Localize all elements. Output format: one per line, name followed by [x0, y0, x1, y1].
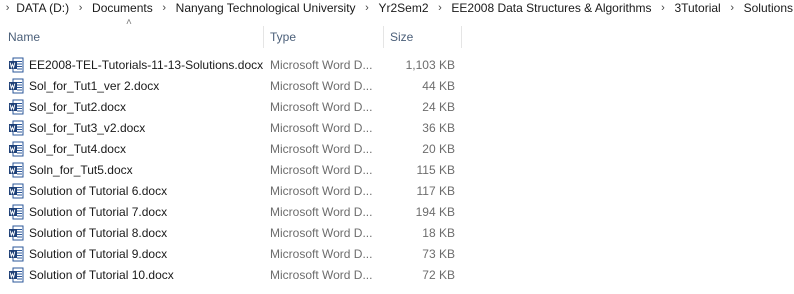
- word-doc-icon: [8, 57, 24, 73]
- file-row[interactable]: Sol_for_Tut4.docx Microsoft Word D... 20 K…: [0, 139, 794, 160]
- file-size: 72 KB: [422, 268, 455, 282]
- file-type: Microsoft Word D...: [270, 163, 373, 177]
- file-size: 24 KB: [422, 100, 455, 114]
- breadcrumb-item-tutorial[interactable]: 3Tutorial: [673, 1, 721, 15]
- file-list: EE2008-TEL-Tutorials-11-13-Solutions.doc…: [0, 55, 794, 286]
- file-name[interactable]: Sol_for_Tut2.docx: [29, 97, 126, 118]
- word-doc-icon: [8, 204, 24, 220]
- word-doc-icon: [8, 141, 24, 157]
- file-name[interactable]: Sol_for_Tut4.docx: [29, 139, 126, 160]
- file-row[interactable]: Solution of Tutorial 7.docx Microsoft Wor…: [0, 202, 794, 223]
- breadcrumb-separator[interactable]: ›: [154, 2, 175, 14]
- breadcrumb-item-documents[interactable]: Documents: [91, 1, 154, 15]
- file-type: Microsoft Word D...: [270, 79, 373, 93]
- file-size: 73 KB: [422, 247, 455, 261]
- word-doc-icon: [8, 246, 24, 262]
- file-size: 18 KB: [422, 226, 455, 240]
- file-row[interactable]: Sol_for_Tut2.docx Microsoft Word D... 24 K…: [0, 97, 794, 118]
- column-divider[interactable]: [263, 26, 264, 48]
- word-doc-icon: [8, 78, 24, 94]
- word-doc-icon: [8, 162, 24, 178]
- file-type: Microsoft Word D...: [270, 226, 373, 240]
- word-doc-icon: [8, 99, 24, 115]
- column-header-name[interactable]: Name: [8, 24, 260, 50]
- file-row[interactable]: Soln_for_Tut5.docx Microsoft Word D... 115…: [0, 160, 794, 181]
- column-header-size[interactable]: Size: [390, 24, 470, 50]
- file-row[interactable]: Solution of Tutorial 10.docx Microsoft Wo…: [0, 265, 794, 286]
- file-size: 115 KB: [416, 163, 455, 177]
- word-doc-icon: [8, 183, 24, 199]
- file-name[interactable]: Sol_for_Tut1_ver 2.docx: [29, 76, 159, 97]
- file-size: 36 KB: [422, 121, 455, 135]
- breadcrumb-item-university[interactable]: Nanyang Technological University: [175, 1, 357, 15]
- file-type: Microsoft Word D...: [270, 142, 373, 156]
- word-doc-icon: [8, 225, 24, 241]
- file-type: Microsoft Word D...: [270, 121, 373, 135]
- file-row[interactable]: Solution of Tutorial 9.docx Microsoft Wor…: [0, 244, 794, 265]
- breadcrumb-item-course[interactable]: EE2008 Data Structures & Algorithms: [450, 1, 652, 15]
- file-row[interactable]: Sol_for_Tut1_ver 2.docx Microsoft Word D.…: [0, 76, 794, 97]
- file-type: Microsoft Word D...: [270, 247, 373, 261]
- file-size: 117 KB: [416, 184, 455, 198]
- breadcrumb[interactable]: › DATA (D:) › Documents › Nanyang Techno…: [0, 0, 794, 16]
- file-row[interactable]: Solution of Tutorial 8.docx Microsoft Wor…: [0, 223, 794, 244]
- file-type: Microsoft Word D...: [270, 100, 373, 114]
- file-name[interactable]: Solution of Tutorial 7.docx: [29, 202, 167, 223]
- file-row[interactable]: Solution of Tutorial 6.docx Microsoft Wor…: [0, 181, 794, 202]
- breadcrumb-item-semester[interactable]: Yr2Sem2: [377, 1, 429, 15]
- column-divider[interactable]: [461, 26, 462, 48]
- breadcrumb-separator[interactable]: ›: [430, 2, 451, 14]
- breadcrumb-separator[interactable]: ›: [357, 2, 378, 14]
- file-size: 1,103 KB: [405, 58, 455, 72]
- file-type: Microsoft Word D...: [270, 205, 373, 219]
- file-row[interactable]: Sol_for_Tut3_v2.docx Microsoft Word D... 3…: [0, 118, 794, 139]
- word-doc-icon: [8, 267, 24, 283]
- breadcrumb-item-drive[interactable]: DATA (D:): [15, 1, 70, 15]
- file-type: Microsoft Word D...: [270, 184, 373, 198]
- file-size: 20 KB: [422, 142, 455, 156]
- file-size: 44 KB: [422, 79, 455, 93]
- file-name[interactable]: Solution of Tutorial 9.docx: [29, 244, 167, 265]
- file-row[interactable]: EE2008-TEL-Tutorials-11-13-Solutions.doc…: [0, 55, 794, 76]
- file-type: Microsoft Word D...: [270, 268, 373, 282]
- word-doc-icon: [8, 120, 24, 136]
- file-size: 194 KB: [415, 205, 455, 219]
- breadcrumb-item-solutions[interactable]: Solutions: [743, 1, 794, 15]
- file-explorer-window: › DATA (D:) › Documents › Nanyang Techno…: [0, 0, 794, 294]
- file-type: Microsoft Word D...: [270, 58, 373, 72]
- column-header-type[interactable]: Type: [270, 24, 382, 50]
- column-header: ˄ Name Type Size: [0, 18, 794, 50]
- breadcrumb-separator[interactable]: ›: [653, 2, 674, 14]
- file-name[interactable]: Solution of Tutorial 6.docx: [29, 181, 167, 202]
- file-name[interactable]: Soln_for_Tut5.docx: [29, 160, 133, 181]
- breadcrumb-separator[interactable]: ›: [70, 2, 91, 14]
- column-divider[interactable]: [383, 26, 384, 48]
- file-name[interactable]: Solution of Tutorial 10.docx: [29, 265, 174, 286]
- file-name[interactable]: EE2008-TEL-Tutorials-11-13-Solutions.doc…: [29, 55, 263, 76]
- file-name[interactable]: Sol_for_Tut3_v2.docx: [29, 118, 145, 139]
- breadcrumb-separator[interactable]: ›: [0, 2, 15, 14]
- file-name[interactable]: Solution of Tutorial 8.docx: [29, 223, 167, 244]
- breadcrumb-separator[interactable]: ›: [722, 2, 743, 14]
